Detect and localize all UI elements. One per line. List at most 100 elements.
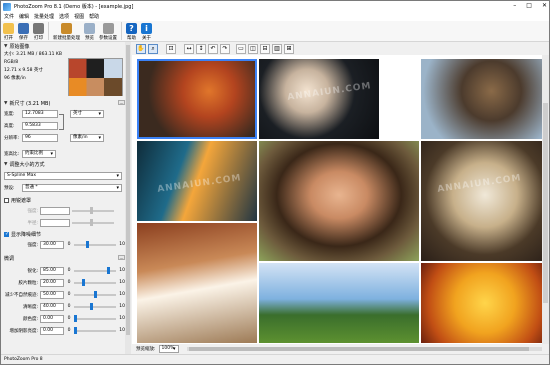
clarity-slider[interactable] — [74, 302, 116, 310]
resize-method-select[interactable]: S-Spline Max — [4, 172, 122, 180]
rotate-left-button[interactable]: ↶ — [208, 43, 218, 54]
slider-thumb[interactable] — [82, 278, 85, 286]
film-grain-input[interactable]: 20.00 — [40, 278, 64, 287]
resize-method-header[interactable]: ▼ 调整大小的方式 — [1, 160, 44, 168]
preview-tile-fruit[interactable] — [421, 263, 549, 343]
zoom-select[interactable]: 100% — [158, 345, 179, 353]
close-icon[interactable]: ✕ — [542, 2, 547, 9]
preview-tile-shell[interactable] — [259, 59, 379, 139]
preview-button[interactable]: 预览 — [82, 21, 97, 42]
menu-file[interactable]: 文件 — [4, 13, 14, 20]
sharpen-row: 锐化: 85.00 0 100 — [4, 266, 129, 275]
aspect-select[interactable]: 约束比例 — [22, 150, 56, 158]
resolution-input[interactable]: 96 — [22, 134, 58, 142]
menu-help[interactable]: 帮助 — [89, 13, 99, 20]
vibrance-label: 颜色度: — [22, 316, 38, 322]
scroll-thumb[interactable] — [126, 45, 130, 335]
width-input[interactable]: 12.7083 — [22, 110, 58, 118]
artifact-input[interactable]: 50.00 — [40, 290, 64, 299]
settings-button[interactable]: 参数设置 — [97, 21, 119, 42]
maximize-icon[interactable]: □ — [526, 2, 532, 9]
unsharp-radius-row: 半径: — [4, 218, 114, 227]
sharpen-input[interactable]: 85.00 — [40, 266, 64, 275]
image-preview-grid[interactable]: ANNAIUN.COM ANNAIUN.COM ANNAIUN.COM — [137, 59, 549, 344]
original-image-header[interactable]: ▼ 原始图像 — [1, 42, 130, 50]
preview-horizontal-scrollbar[interactable] — [187, 347, 542, 351]
height-input[interactable]: 9.5833 — [22, 122, 58, 130]
resolution-label: 分辨率: — [4, 136, 20, 141]
resolution-row: 分辨率: 96 像素/in — [4, 134, 104, 142]
menu-batch[interactable]: 批量处理 — [34, 13, 54, 20]
shadow-slider[interactable] — [74, 326, 116, 334]
fine-tune-header[interactable]: 微调 — [1, 254, 14, 262]
help-button[interactable]: ? 帮助 — [124, 21, 139, 42]
menu-options[interactable]: 选项 — [59, 13, 69, 20]
preview-tile-clock[interactable] — [421, 141, 549, 261]
height-label: 高度: — [4, 124, 15, 129]
film-grain-slider[interactable] — [74, 278, 116, 286]
menu-view[interactable]: 视图 — [74, 13, 84, 20]
batch-icon — [61, 22, 72, 34]
preview-tile-food[interactable] — [137, 59, 257, 139]
preview-tile-coffee[interactable] — [137, 223, 257, 343]
strength2-input[interactable]: 30.00 — [40, 240, 64, 249]
slider-thumb[interactable] — [107, 266, 110, 274]
strength2-label: 强度: — [27, 242, 38, 248]
menu-edit[interactable]: 编辑 — [19, 13, 29, 20]
print-button[interactable]: 打印 — [31, 21, 46, 42]
new-batch-button[interactable]: 新建批量处理 — [51, 21, 82, 42]
zoom-tool-button[interactable]: ⌕ — [148, 43, 158, 54]
folder-open-icon — [3, 22, 14, 34]
size-unit-select[interactable]: 英寸 — [70, 110, 104, 118]
aspect-lock-icon[interactable] — [59, 114, 64, 130]
settings-icon — [102, 22, 114, 34]
slider-thumb[interactable] — [74, 314, 77, 322]
section-title: 调整大小的方式 — [9, 161, 45, 168]
new-size-header[interactable]: ▼ 新尺寸 (3.21 MB) — [1, 99, 50, 107]
unsharp-checkbox[interactable] — [4, 197, 9, 203]
single-view-button[interactable]: ▭ — [236, 43, 246, 54]
save-button[interactable]: 保存 — [16, 21, 31, 42]
clarity-input[interactable]: 40.00 — [40, 302, 64, 311]
preview-tile-portrait[interactable] — [259, 141, 419, 261]
film-grain-label: 胶片颗粒: — [18, 280, 38, 286]
slider-thumb[interactable] — [90, 302, 93, 310]
split-horizontal-button[interactable]: ⊟ — [260, 43, 270, 54]
shadow-input[interactable]: 0.00 — [40, 326, 64, 335]
print-icon — [33, 22, 44, 34]
slider-thumb[interactable] — [74, 326, 77, 334]
scroll-thumb[interactable] — [189, 347, 529, 351]
rotate-right-button[interactable]: ↷ — [220, 43, 230, 54]
open-button[interactable]: 打开 — [1, 21, 16, 42]
resolution-unit-select[interactable]: 像素/in — [70, 134, 104, 142]
split-vertical-button[interactable]: ◫ — [248, 43, 258, 54]
strength2-slider[interactable] — [74, 240, 116, 248]
hand-tool-button[interactable]: ✋ — [136, 43, 146, 54]
preview-tile-bowl[interactable] — [421, 59, 549, 139]
flip-vertical-button[interactable]: ↕ — [196, 43, 206, 54]
flip-horizontal-button[interactable]: ↔ — [184, 43, 194, 54]
crop-tool-button[interactable]: ⊡ — [166, 43, 176, 54]
denoise-checkbox[interactable] — [4, 231, 9, 237]
split-view-button[interactable]: ▥ — [272, 43, 282, 54]
minimize-icon[interactable]: – — [513, 2, 516, 9]
scroll-thumb[interactable] — [543, 103, 548, 303]
preset-select[interactable]: 普通 * — [22, 184, 122, 192]
original-thumbnail[interactable] — [68, 58, 123, 96]
quad-view-button[interactable]: ⊞ — [284, 43, 294, 54]
vibrance-slider[interactable] — [74, 314, 116, 322]
preview-tile-frog[interactable] — [259, 263, 419, 343]
preview-vertical-scrollbar[interactable] — [542, 55, 549, 344]
file-size-info: 大小: 3.21 MB / 863.11 KB — [4, 52, 62, 57]
title-bar: PhotoZoom Pro 8.1 (Demo 版本) - [example.j… — [1, 1, 549, 12]
artifact-slider[interactable] — [74, 290, 116, 298]
fine-tune-options-button[interactable]: … — [118, 255, 125, 260]
vibrance-input[interactable]: 0.00 — [40, 314, 64, 323]
more-options-button[interactable]: … — [118, 100, 125, 105]
slider-thumb[interactable] — [86, 240, 89, 248]
strength-slider — [72, 206, 114, 214]
slider-thumb[interactable] — [94, 290, 97, 298]
sharpen-slider[interactable] — [74, 266, 116, 274]
about-button[interactable]: i 关于 — [139, 21, 154, 42]
panel-scrollbar[interactable] — [125, 42, 131, 354]
